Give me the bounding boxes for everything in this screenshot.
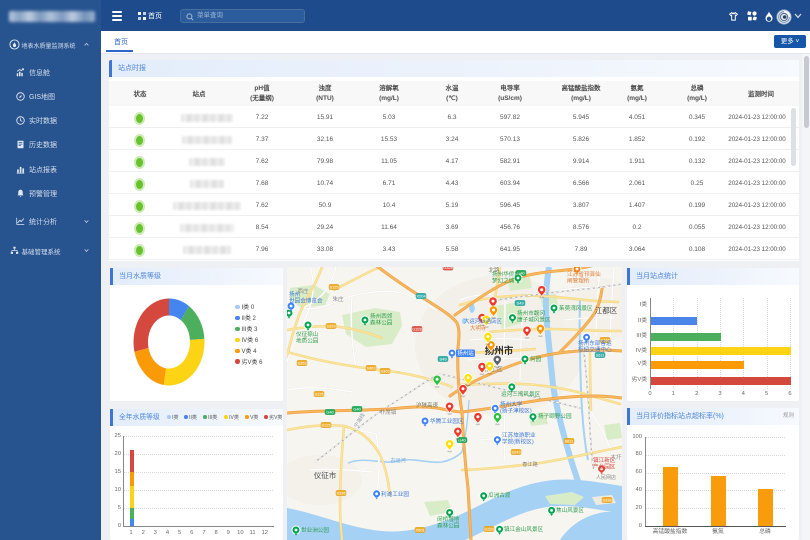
svg-text:江苏省邗驿仙: 江苏省邗驿仙 bbox=[567, 270, 601, 278]
svg-text:世园会博览会: 世园会博览会 bbox=[289, 297, 323, 305]
svg-text:扬子颐野公园: 扬子颐野公园 bbox=[538, 412, 572, 420]
svg-text:闸管理所: 闸管理所 bbox=[567, 277, 590, 285]
svg-text:扬州东部客运: 扬州东部客运 bbox=[578, 339, 612, 347]
svg-text:扬州大学: 扬州大学 bbox=[500, 400, 523, 408]
svg-text:S49: S49 bbox=[439, 357, 447, 362]
svg-text:S49: S49 bbox=[516, 301, 524, 306]
svg-text:扬州站: 扬州站 bbox=[457, 349, 474, 357]
svg-text:世业洲公园: 世业洲公园 bbox=[301, 526, 329, 534]
svg-text:瓜洲古渡: 瓜洲古渡 bbox=[488, 491, 511, 499]
svg-text:枢纽交通中心: 枢纽交通中心 bbox=[578, 346, 612, 354]
svg-text:S243: S243 bbox=[511, 450, 521, 455]
svg-text:S353: S353 bbox=[297, 361, 307, 366]
svg-text:北路: 北路 bbox=[488, 267, 500, 274]
svg-text:产业园区: 产业园区 bbox=[593, 463, 616, 471]
svg-text:仪征市: 仪征市 bbox=[314, 470, 337, 480]
svg-text:扬州西郊: 扬州西郊 bbox=[370, 312, 393, 320]
svg-text:G328: G328 bbox=[412, 327, 423, 332]
svg-text:G40: G40 bbox=[326, 410, 334, 415]
svg-text:镇江金山风景区: 镇江金山风景区 bbox=[504, 525, 544, 533]
svg-text:S336: S336 bbox=[336, 491, 346, 496]
svg-text:朱庄: 朱庄 bbox=[332, 295, 344, 303]
svg-text:G328: G328 bbox=[443, 267, 454, 270]
svg-text:扬州市馥冈: 扬州市馥冈 bbox=[517, 309, 545, 317]
svg-text:大明寺: 大明寺 bbox=[470, 324, 487, 332]
svg-text:S363: S363 bbox=[380, 369, 390, 374]
svg-text:森林公园: 森林公园 bbox=[370, 319, 393, 327]
svg-text:梦幻之城: 梦幻之城 bbox=[492, 277, 515, 285]
svg-text:运河三湾风景区: 运河三湾风景区 bbox=[501, 390, 541, 398]
svg-text:西庄: 西庄 bbox=[297, 287, 309, 295]
svg-text:X001: X001 bbox=[415, 528, 425, 533]
svg-text:S611: S611 bbox=[564, 439, 574, 444]
svg-text:S125: S125 bbox=[321, 423, 331, 428]
svg-text:春江路: 春江路 bbox=[522, 460, 538, 468]
svg-text:古运河: 古运河 bbox=[390, 456, 406, 464]
svg-text:江苏旅游职业: 江苏旅游职业 bbox=[502, 431, 536, 439]
svg-text:(扬子津校区): (扬子津校区) bbox=[500, 407, 532, 415]
svg-text:茱萸湾风景区: 茱萸湾风景区 bbox=[559, 304, 593, 312]
svg-text:学院(新校区): 学院(新校区) bbox=[502, 438, 534, 446]
svg-text:闵桥湿地: 闵桥湿地 bbox=[437, 515, 460, 523]
svg-text:朴席镇: 朴席镇 bbox=[380, 408, 397, 416]
svg-text:大运河xx酒店区: 大运河xx酒店区 bbox=[464, 317, 502, 325]
svg-text:S125: S125 bbox=[314, 392, 324, 397]
svg-text:沪陕高速: 沪陕高速 bbox=[416, 401, 439, 409]
svg-text:江都区: 江都区 bbox=[595, 306, 618, 315]
svg-text:S125: S125 bbox=[329, 285, 339, 290]
svg-text:何园: 何园 bbox=[530, 355, 542, 363]
svg-text:人民网店: 人民网店 bbox=[596, 474, 616, 481]
svg-text:S338: S338 bbox=[602, 498, 612, 503]
svg-text:焦山风景区: 焦山风景区 bbox=[556, 506, 584, 514]
svg-text:S363: S363 bbox=[366, 366, 376, 371]
svg-text:地质公园: 地质公园 bbox=[296, 337, 319, 345]
svg-text:X204: X204 bbox=[416, 294, 426, 299]
svg-text:森林公园: 森林公园 bbox=[437, 522, 460, 530]
svg-text:G40: G40 bbox=[353, 407, 361, 412]
svg-text:S329: S329 bbox=[326, 324, 336, 329]
svg-text:仪征捺山: 仪征捺山 bbox=[296, 330, 318, 338]
svg-text:G233: G233 bbox=[484, 527, 495, 532]
svg-text:唐子城风景区: 唐子城风景区 bbox=[517, 316, 551, 324]
svg-text:大圩: 大圩 bbox=[610, 453, 622, 461]
svg-text:利滩工业园: 利滩工业园 bbox=[381, 490, 409, 498]
svg-text:华腾工业园区: 华腾工业园区 bbox=[430, 417, 464, 425]
